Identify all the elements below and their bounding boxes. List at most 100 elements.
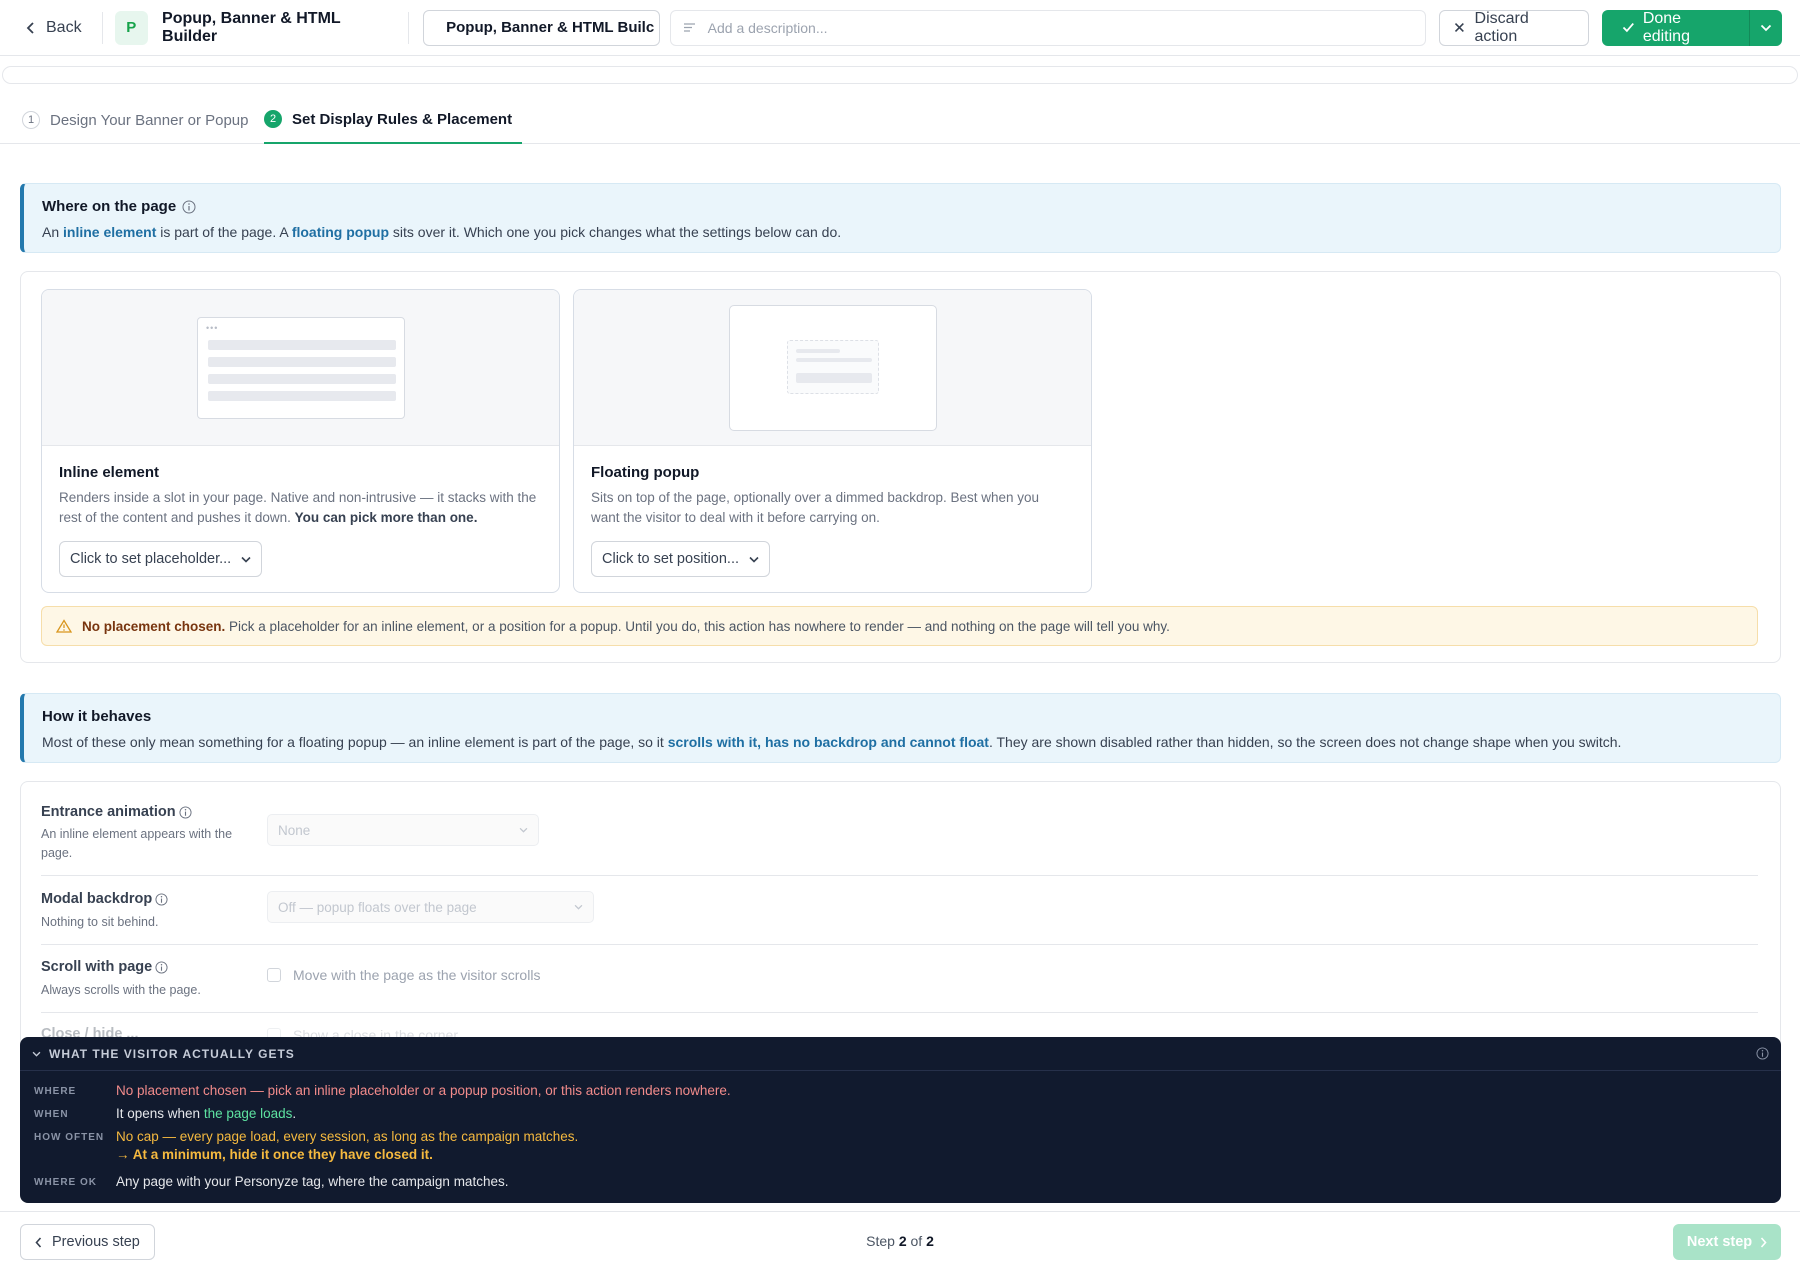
scroll-with-page-checkbox[interactable]: Move with the page as the visitor scroll… bbox=[267, 967, 540, 983]
trigger-term: the page loads bbox=[203, 1106, 293, 1121]
inline-card-title: Inline element bbox=[59, 464, 160, 481]
select-value: Off — popup floats over the page bbox=[278, 899, 477, 915]
total-steps: 2 bbox=[926, 1233, 934, 1249]
next-step-label: Next step bbox=[1686, 1234, 1753, 1250]
close-icon bbox=[1454, 23, 1464, 32]
placeholder-select-label: Click to set placeholder... bbox=[70, 551, 232, 567]
step-label: Set Display Rules & Placement bbox=[292, 110, 513, 128]
warning-bold: No placement chosen. bbox=[82, 618, 226, 634]
tab-design[interactable]: 1 Design Your Banner or Popup bbox=[22, 96, 248, 144]
chevron-down-icon bbox=[32, 1051, 41, 1057]
text: is part of the page. A bbox=[156, 224, 292, 240]
chevron-left-icon bbox=[26, 21, 34, 34]
visitor-summary-header[interactable]: WHAT THE VISITOR ACTUALLY GETS bbox=[20, 1037, 1781, 1071]
summary-value: It opens when the page loads. bbox=[116, 1106, 296, 1121]
setting-hint: Nothing to sit behind. bbox=[41, 915, 159, 929]
popup-mockup-illustration bbox=[729, 305, 937, 431]
checkbox-label: Move with the page as the visitor scroll… bbox=[293, 967, 541, 983]
popup-frame bbox=[787, 340, 879, 394]
info-icon[interactable] bbox=[179, 805, 192, 819]
app-title: Popup, Banner & HTML Builder bbox=[162, 9, 341, 45]
action-name-field[interactable]: Popup, Banner & HTML Builc bbox=[423, 9, 660, 46]
chevron-down-icon bbox=[574, 904, 583, 910]
text: An bbox=[42, 224, 64, 240]
text-bold: You can pick more than one. bbox=[294, 510, 478, 525]
text: Most of these only mean something for a … bbox=[42, 734, 668, 750]
divider bbox=[101, 11, 103, 44]
summary-key: HOW OFTEN bbox=[34, 1132, 105, 1143]
highlight-term: scrolls with it, has no backdrop and can… bbox=[667, 734, 989, 750]
entrance-animation-select[interactable]: None bbox=[267, 814, 539, 846]
text: Pick a placeholder for an inline element… bbox=[225, 618, 1170, 634]
popup-card-title: Floating popup bbox=[591, 464, 700, 481]
chevron-down-icon bbox=[519, 827, 528, 833]
step-tabs: 1 Design Your Banner or Popup 2 Set Disp… bbox=[0, 96, 1800, 144]
step-label: Design Your Banner or Popup bbox=[50, 111, 249, 129]
warning-text: No placement chosen. Pick a placeholder … bbox=[82, 619, 1170, 634]
position-select[interactable]: Click to set position... bbox=[591, 541, 770, 577]
inline-element-card[interactable]: ••• Inline element Renders inside a slot… bbox=[41, 289, 560, 593]
setting-hint: An inline element appears with the page. bbox=[41, 827, 233, 860]
content-bar bbox=[796, 349, 840, 353]
visitor-summary-title: WHAT THE VISITOR ACTUALLY GETS bbox=[49, 1046, 295, 1061]
chevron-down-icon bbox=[241, 556, 251, 563]
summary-key: WHERE bbox=[34, 1086, 77, 1097]
summary-value: Any page with your Personyze tag, where … bbox=[116, 1174, 509, 1189]
setting-entrance-animation: Entrance animation An inline element app… bbox=[41, 782, 1758, 876]
summary-value: No cap — every page load, every session,… bbox=[116, 1129, 578, 1162]
setting-hint: Always scrolls with the page. bbox=[41, 983, 201, 997]
next-step-button[interactable]: Next step bbox=[1673, 1224, 1781, 1260]
content-bar bbox=[796, 373, 872, 383]
frequency-hint: → At a minimum, hide it once they have c… bbox=[116, 1147, 433, 1162]
where-description: An inline element is part of the page. A… bbox=[42, 224, 1762, 240]
text: It opens when bbox=[116, 1106, 204, 1121]
modal-backdrop-select[interactable]: Off — popup floats over the page bbox=[267, 891, 594, 923]
action-name-value: Popup, Banner & HTML Builc bbox=[446, 19, 655, 36]
popup-card-description: Sits on top of the page, optionally over… bbox=[591, 490, 1040, 525]
label-text: Modal backdrop bbox=[41, 891, 153, 907]
done-options-button[interactable] bbox=[1748, 9, 1782, 46]
setting-scroll-with-page: Scroll with page Always scrolls with the… bbox=[41, 945, 1758, 1013]
where-heading: Where on the page bbox=[42, 198, 1762, 215]
position-select-label: Click to set position... bbox=[602, 551, 739, 567]
content-bar bbox=[208, 340, 396, 350]
popup-preview bbox=[574, 290, 1091, 446]
progress-rail bbox=[2, 66, 1798, 84]
tab-display-rules[interactable]: 2 Set Display Rules & Placement bbox=[264, 96, 523, 144]
behaves-info-box: How it behaves Most of these only mean s… bbox=[20, 693, 1781, 763]
step-number: 1 bbox=[22, 111, 40, 129]
text: sits over it. Which one you pick changes… bbox=[389, 224, 842, 240]
info-icon[interactable] bbox=[182, 200, 196, 214]
back-button[interactable]: Back bbox=[18, 11, 90, 45]
info-icon[interactable] bbox=[1756, 1047, 1769, 1060]
step-counter: Step 2 of 2 bbox=[0, 1233, 1800, 1249]
placement-panel: ••• Inline element Renders inside a slot… bbox=[20, 271, 1781, 663]
behaves-description: Most of these only mean something for a … bbox=[42, 734, 1762, 750]
floating-popup-card[interactable]: Floating popup Sits on top of the page, … bbox=[573, 289, 1092, 593]
checkbox-box bbox=[267, 968, 281, 982]
where-info-box: Where on the page An inline element is p… bbox=[20, 183, 1781, 253]
info-icon[interactable] bbox=[155, 960, 168, 974]
placeholder-select[interactable]: Click to set placeholder... bbox=[59, 541, 263, 577]
description-field[interactable]: Add a description... bbox=[669, 9, 1426, 46]
summary-key: WHERE OK bbox=[34, 1177, 97, 1188]
description-placeholder: Add a description... bbox=[707, 19, 828, 36]
inline-element-term: inline element bbox=[63, 224, 157, 240]
summary-when-row: WHEN It opens when the page loads. bbox=[34, 1106, 296, 1121]
content-bar bbox=[796, 358, 872, 362]
info-icon[interactable] bbox=[155, 892, 168, 906]
label-text: Entrance animation bbox=[41, 804, 176, 820]
chevron-down-icon bbox=[749, 556, 759, 563]
label-text: Scroll with page bbox=[41, 959, 153, 975]
wizard-footer: Previous step Step 2 of 2 Next step bbox=[0, 1211, 1800, 1270]
content-bar bbox=[208, 391, 396, 401]
chevron-down-icon bbox=[1760, 24, 1771, 31]
done-editing-group: Done editing bbox=[1602, 9, 1782, 46]
done-editing-button[interactable]: Done editing bbox=[1602, 10, 1749, 46]
warning-icon bbox=[56, 619, 72, 633]
back-label: Back bbox=[46, 18, 82, 36]
check-icon bbox=[1622, 23, 1635, 33]
discard-action-button[interactable]: Discard action bbox=[1438, 9, 1590, 46]
summary-where-row: WHERE No placement chosen — pick an inli… bbox=[34, 1083, 731, 1098]
text: Step bbox=[866, 1233, 899, 1249]
